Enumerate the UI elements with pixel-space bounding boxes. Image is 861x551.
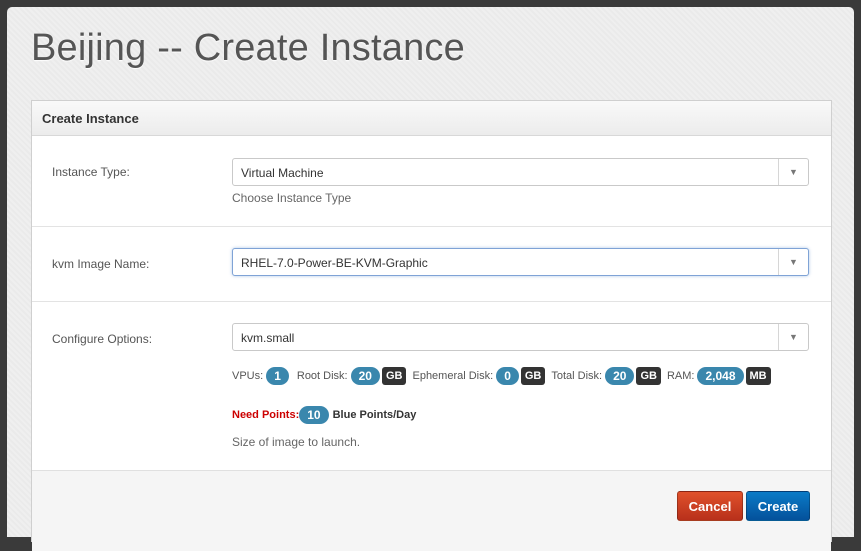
image-name-select[interactable]: RHEL-7.0-Power-BE-KVM-Graphic ▼	[232, 248, 809, 276]
need-points-label: Need Points:	[232, 409, 300, 421]
chevron-down-icon[interactable]: ▼	[778, 159, 808, 185]
configure-label: Configure Options:	[52, 332, 153, 346]
panel-header: Create Instance	[32, 101, 831, 136]
page-title: Beijing -- Create Instance	[31, 27, 465, 69]
flavor-specs: VPUs: 1 Root Disk: 20 GB Ephemeral Disk:…	[232, 367, 777, 385]
ephemeral-disk-badge: 0	[496, 367, 519, 385]
create-instance-panel: Create Instance Instance Type: Virtual M…	[31, 100, 832, 551]
root-disk-badge: 20	[350, 367, 380, 385]
ram-label: RAM:	[666, 370, 695, 382]
image-name-value: RHEL-7.0-Power-BE-KVM-Graphic	[241, 256, 428, 270]
form-footer: Cancel Create	[32, 470, 831, 551]
instance-type-row: Instance Type: Virtual Machine ▼ Choose …	[32, 136, 831, 227]
chevron-down-icon[interactable]: ▼	[778, 324, 808, 350]
flavor-select[interactable]: kvm.small ▼	[232, 323, 809, 351]
root-disk-label: Root Disk:	[296, 370, 348, 382]
page-container: Beijing -- Create Instance Create Instan…	[7, 7, 854, 551]
image-name-label: kvm Image Name:	[52, 257, 150, 271]
total-disk-unit: GB	[636, 367, 661, 385]
flavor-value: kvm.small	[241, 331, 295, 345]
flavor-hint: Size of image to launch.	[232, 435, 361, 449]
cancel-button[interactable]: Cancel	[677, 491, 743, 521]
root-disk-unit: GB	[381, 367, 407, 385]
configure-row: Configure Options: kvm.small ▼ VPUs: 1 R…	[32, 302, 831, 469]
total-disk-label: Total Disk:	[551, 370, 603, 382]
vpus-label: VPUs:	[232, 370, 264, 382]
total-disk-badge: 20	[605, 367, 635, 385]
chevron-down-icon[interactable]: ▼	[778, 249, 808, 275]
instance-type-label: Instance Type:	[52, 165, 130, 179]
ephemeral-disk-label: Ephemeral Disk:	[412, 370, 494, 382]
instance-type-select[interactable]: Virtual Machine ▼	[232, 158, 809, 186]
instance-type-hint: Choose Instance Type	[232, 191, 352, 205]
image-name-row: kvm Image Name: RHEL-7.0-Power-BE-KVM-Gr…	[32, 227, 831, 302]
create-button[interactable]: Create	[746, 491, 810, 521]
ephemeral-disk-unit: GB	[520, 367, 546, 385]
points-unit: Blue Points/Day	[332, 409, 417, 421]
ram-badge: 2,048	[697, 367, 744, 385]
need-points: Need Points: 10 Blue Points/Day	[232, 406, 416, 424]
vpus-badge: 1	[266, 367, 289, 385]
ram-unit: MB	[745, 367, 771, 385]
points-badge: 10	[299, 406, 329, 424]
instance-type-value: Virtual Machine	[241, 166, 324, 180]
